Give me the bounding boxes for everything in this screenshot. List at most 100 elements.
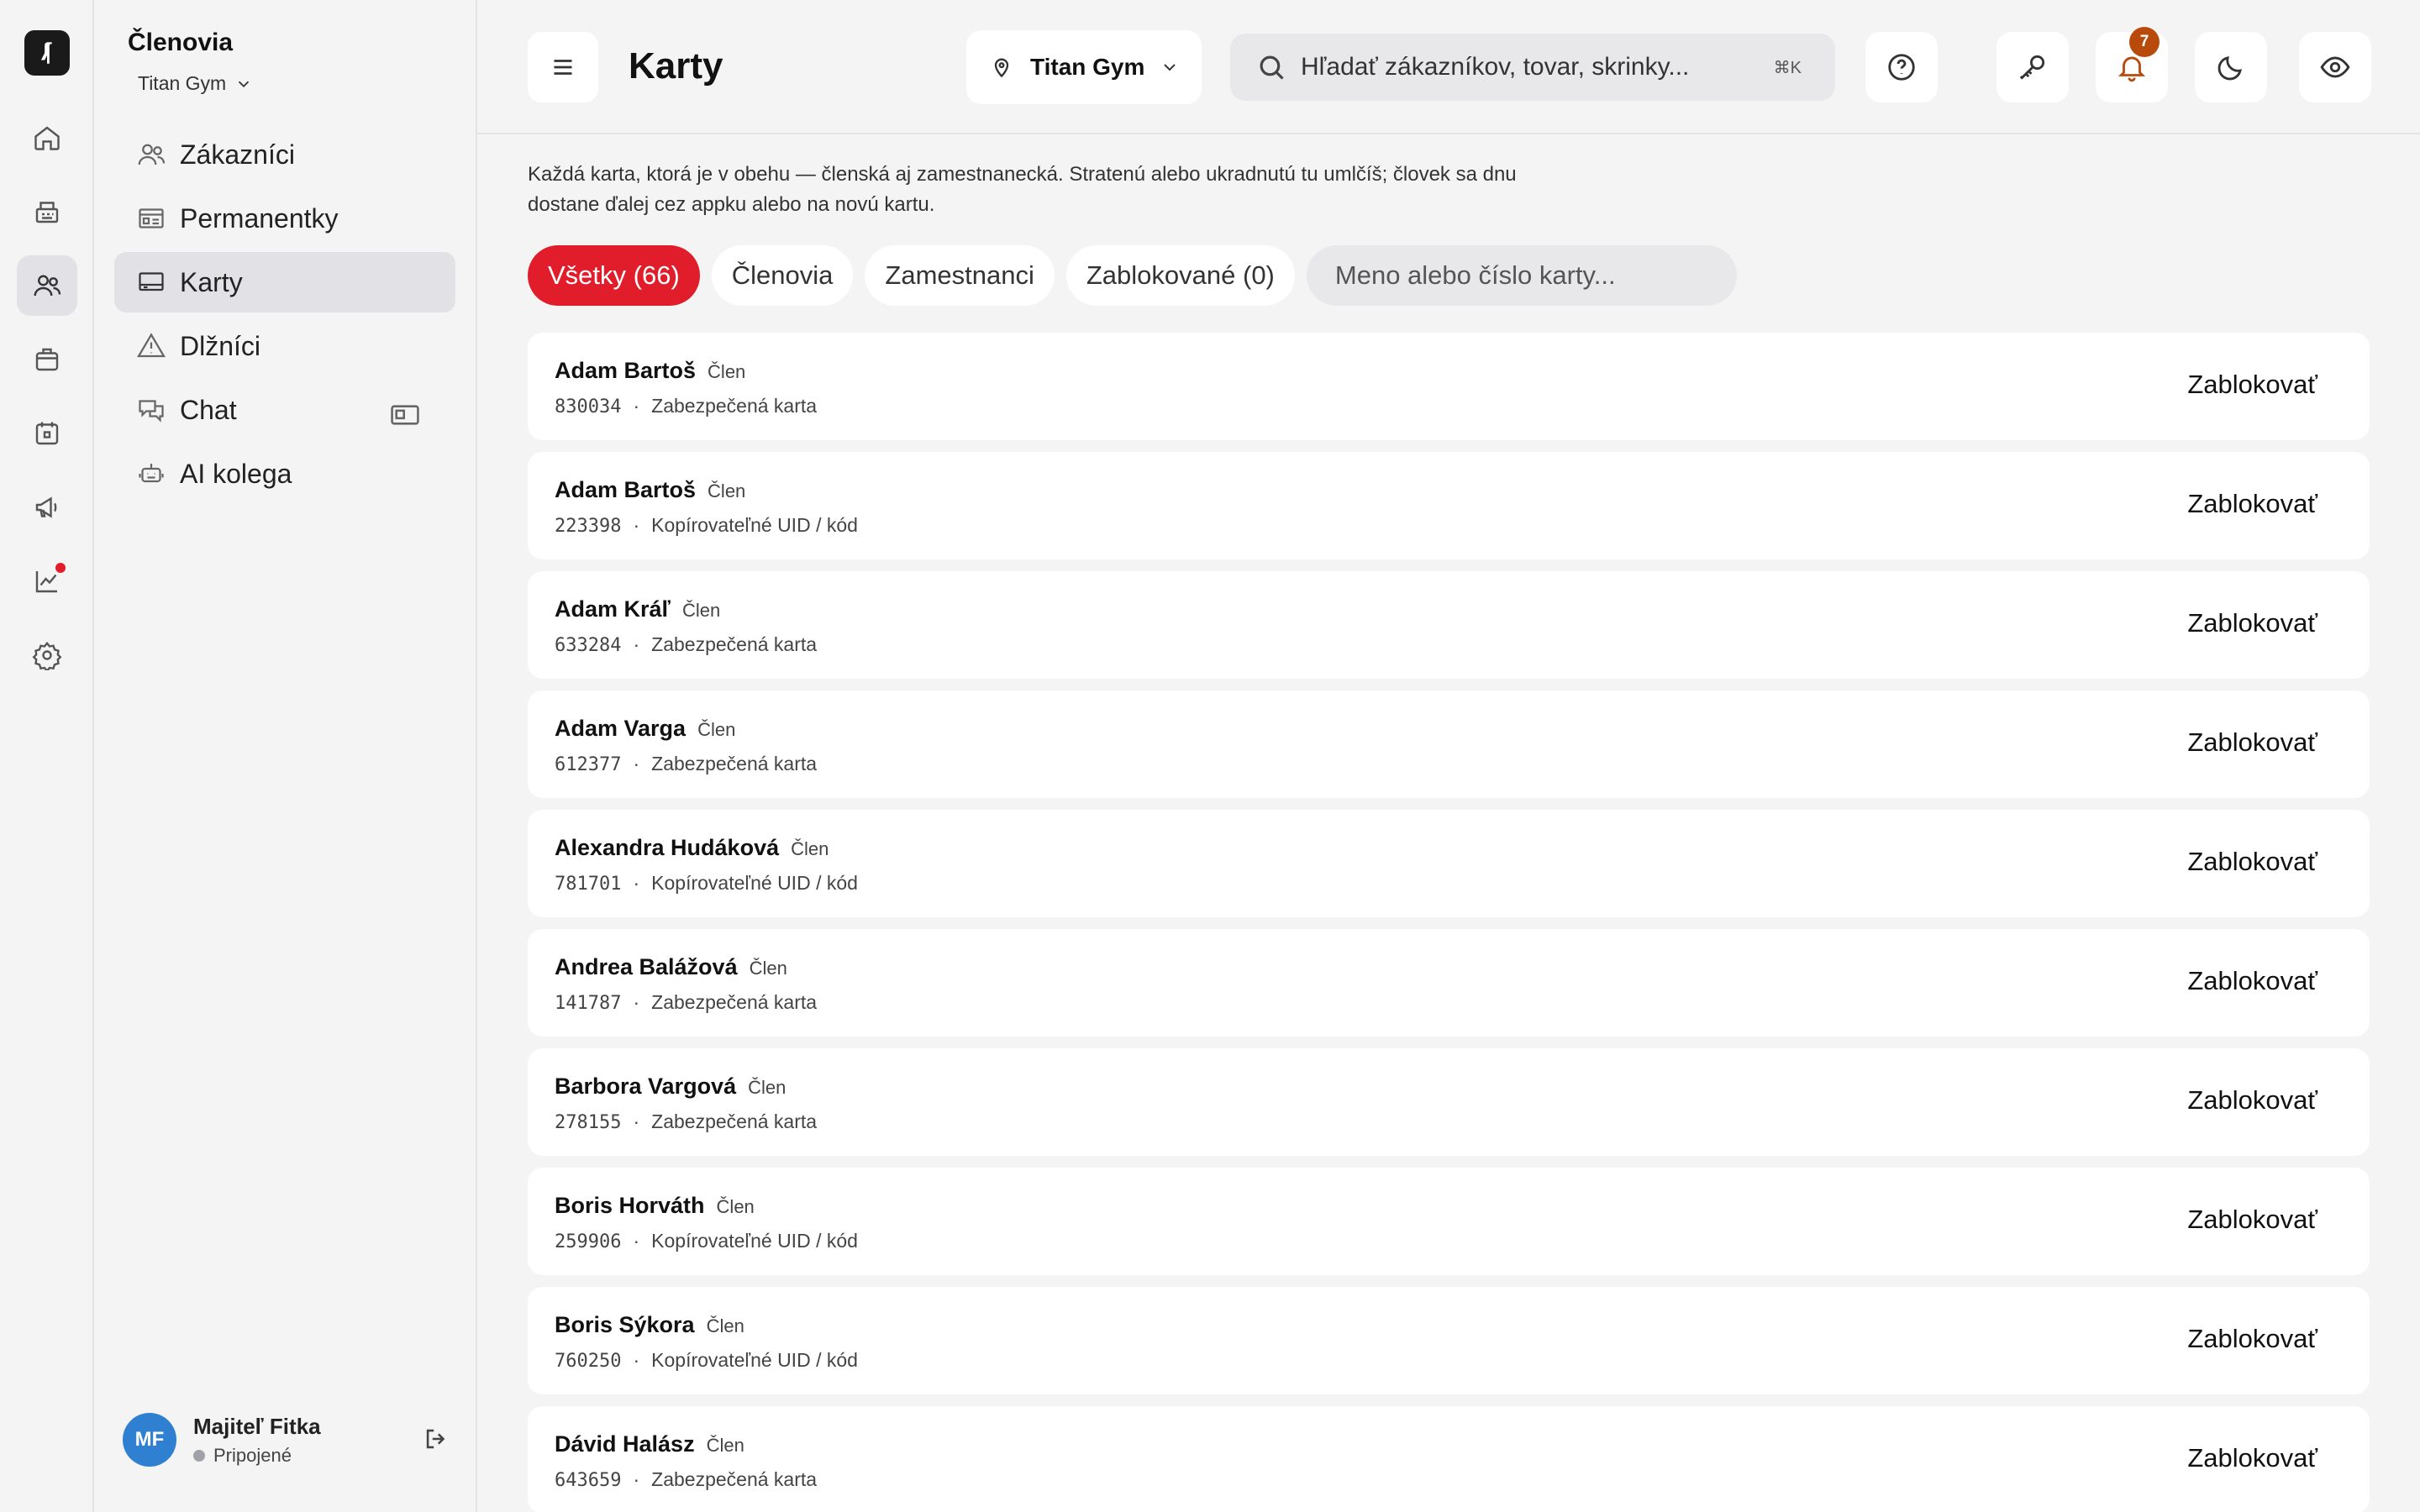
visibility-toggle[interactable] [2299, 32, 2371, 102]
rail-home-button[interactable] [17, 108, 77, 168]
page-description: Každá karta, ktorá je v obehu — členská … [528, 163, 1517, 216]
block-button[interactable]: Zablokovať [2187, 489, 2317, 519]
members-sidebar: Členovia Titan Gym Zákazníci Permanentky… [94, 0, 477, 1512]
holder-name: Barbora Vargová [555, 1074, 737, 1099]
card-icon [139, 272, 164, 291]
sidebar-nav: Zákazníci Permanentky Karty Dlžníci Chat… [114, 124, 455, 507]
holder-role: Člen [697, 719, 736, 740]
sidebar-item-label: AI kolega [180, 458, 292, 489]
sidebar-item-customers[interactable]: Zákazníci [114, 124, 455, 185]
location-label: Titan Gym [1030, 54, 1145, 80]
search-shortcut: ⌘K [1773, 59, 1802, 77]
rail-marketing-button[interactable] [17, 477, 77, 538]
block-button[interactable]: Zablokovať [2187, 1324, 2317, 1354]
robot-icon [139, 464, 164, 483]
holder-name: Adam Kráľ [555, 596, 671, 622]
holder-role: Člen [708, 480, 746, 501]
card-type: Zabezpečená karta [651, 753, 818, 774]
holder-role: Člen [708, 361, 746, 382]
shop-icon [35, 348, 59, 371]
rail-members-button[interactable] [17, 255, 77, 316]
card-type: Kopírovateľné UID / kód [651, 1230, 858, 1252]
rail-register-button[interactable] [17, 181, 77, 242]
sidebar-item-chat[interactable]: Chat [114, 380, 455, 440]
holder-name: Adam Bartoš [555, 358, 697, 383]
rail-shop-button[interactable] [17, 329, 77, 390]
filter-blocked[interactable]: Zablokované (0) [1065, 245, 1295, 306]
users-icon [34, 275, 61, 297]
card-row: Barbora Vargová Člen 278155 · Zabezpečená k… [528, 1048, 2370, 1156]
membership-card-icon [139, 208, 164, 228]
rail-analytics-button[interactable] [17, 551, 77, 612]
holder-name: Adam Varga [555, 716, 687, 741]
sidebar-item-memberships[interactable]: Permanentky [114, 188, 455, 249]
holder-name: Adam Bartoš [555, 477, 697, 502]
card-number: 781701 [555, 874, 622, 895]
card-number: 141787 [555, 993, 622, 1014]
search-icon [1260, 55, 1284, 80]
filter-all[interactable]: Všetky (66) [528, 245, 700, 306]
filter-members[interactable]: Členovia [711, 245, 854, 306]
card-row: Andrea Balážová Člen 141787 · Zabezpečená k… [528, 929, 2370, 1037]
block-button[interactable]: Zablokovať [2187, 1205, 2317, 1235]
card-row: Boris Sýkora Člen 760250 · Kopírovateľné UI… [528, 1287, 2370, 1394]
card-number: 760250 [555, 1351, 622, 1372]
dark-mode-toggle[interactable] [2195, 32, 2267, 102]
eye-icon [2320, 56, 2350, 78]
key-icon [2019, 55, 2045, 80]
location-selector[interactable]: Titan Gym [966, 30, 1202, 104]
chevron-down-icon [239, 81, 250, 87]
hamburger-icon [554, 60, 572, 75]
sidebar-item-label: Karty [180, 266, 243, 297]
holder-name: Alexandra Hudáková [555, 835, 780, 860]
block-button[interactable]: Zablokovať [2187, 966, 2317, 996]
moon-icon [2217, 56, 2242, 81]
filter-bar: Všetky (66) Členovia Zamestnanci Zabloko… [528, 245, 1737, 306]
help-icon [1888, 54, 1915, 81]
icon-rail [0, 0, 94, 1512]
holder-role: Člen [748, 1077, 786, 1098]
card-row: Boris Horváth Člen 259906 · Kopírovateľné U… [528, 1168, 2370, 1275]
gym-selector[interactable]: Titan Gym [138, 72, 253, 95]
card-type: Kopírovateľné UID / kód [651, 1349, 858, 1371]
rail-settings-button[interactable] [17, 625, 77, 685]
card-row: Dávid Halász Člen 643659 · Zabezpečená kart… [528, 1406, 2370, 1512]
status-dot [193, 1449, 205, 1462]
logout-icon[interactable] [422, 1425, 450, 1453]
block-button[interactable]: Zablokovať [2187, 727, 2317, 758]
app-logo[interactable] [24, 30, 70, 76]
cards-list: Adam Bartoš Člen 830034 · Zabezpečená karta… [528, 333, 2370, 1512]
card-row: Adam Kráľ Člen 633284 · Zabezpečená karta Z… [528, 571, 2370, 679]
filter-employees[interactable]: Zamestnanci [865, 245, 1055, 306]
card-number: 223398 [555, 516, 622, 537]
sidebar-item-debtors[interactable]: Dlžníci [114, 316, 455, 376]
sidebar-title: Členovia [128, 29, 234, 56]
block-button[interactable]: Zablokovať [2187, 370, 2317, 400]
location-pin-icon [994, 58, 1009, 78]
card-number: 830034 [555, 396, 622, 417]
sidebar-item-cards[interactable]: Karty [114, 252, 455, 312]
sidebar-item-label: Dlžníci [180, 330, 261, 361]
notification-dot [55, 563, 66, 573]
notifications-button[interactable]: 7 [2096, 27, 2168, 102]
gym-name: Titan Gym [138, 72, 227, 94]
help-button[interactable] [1865, 32, 1938, 102]
block-button[interactable]: Zablokovať [2187, 1085, 2317, 1116]
card-search-input[interactable]: Meno alebo číslo karty... [1306, 245, 1737, 306]
chevron-down-icon [1164, 64, 1176, 71]
warning-icon [137, 333, 166, 358]
rail-calendar-button[interactable] [17, 403, 77, 464]
block-button[interactable]: Zablokovať [2187, 1443, 2317, 1473]
user-profile[interactable]: MF Majiteľ Fitka Pripojené [123, 1410, 450, 1470]
user-name: Majiteľ Fitka [193, 1413, 321, 1439]
card-number: 259906 [555, 1231, 622, 1252]
global-search-input[interactable]: Hľadať zákazníkov, tovar, skrinky... ⌘K [1230, 34, 1835, 101]
logo-icon [40, 42, 52, 64]
sidebar-item-ai-colleague[interactable]: AI kolega [114, 444, 455, 504]
gear-icon [32, 641, 62, 670]
block-button[interactable]: Zablokovať [2187, 608, 2317, 638]
menu-button[interactable] [528, 32, 598, 102]
block-button[interactable]: Zablokovať [2187, 847, 2317, 877]
keys-button[interactable] [1996, 32, 2069, 102]
card-type: Zabezpečená karta [651, 395, 818, 417]
